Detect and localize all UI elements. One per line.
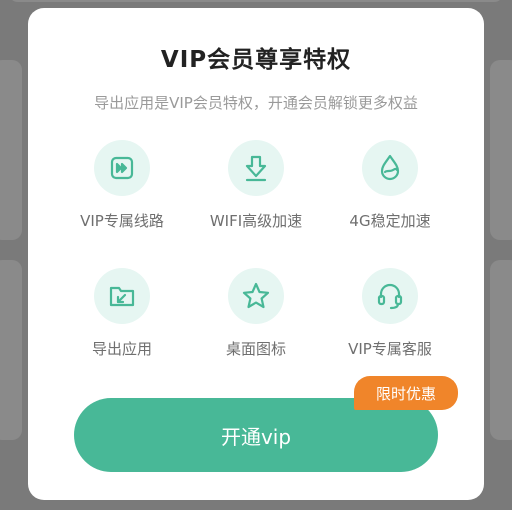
- feature-vip-line: VIP专属线路: [46, 140, 198, 231]
- feature-export-app: 导出应用: [46, 268, 198, 359]
- headset-icon: [362, 268, 418, 324]
- background-card-right: [490, 60, 512, 240]
- feature-vip-service: VIP专属客服: [314, 268, 466, 359]
- feature-label: WIFI高级加速: [209, 212, 303, 230]
- feature-label: 4G稳定加速: [349, 212, 431, 230]
- feature-label: VIP专属客服: [348, 340, 432, 358]
- dialog-title: VIP会员尊享特权: [160, 47, 352, 73]
- background-card-left-2: [0, 260, 22, 440]
- feature-desktop-icon: 桌面图标: [180, 268, 332, 359]
- background-card-left: [0, 60, 22, 240]
- background-card-right-2: [490, 260, 512, 440]
- dialog-subtitle: 导出应用是VIP会员特权，开通会员解锁更多权益: [94, 94, 418, 112]
- limited-offer-badge: 限时优惠: [354, 376, 458, 410]
- folder-export-icon: [94, 268, 150, 324]
- background-card-top: [8, 0, 504, 2]
- fast-forward-icon: [94, 140, 150, 196]
- feature-label: 桌面图标: [225, 340, 286, 358]
- water-drop-icon: [362, 140, 418, 196]
- feature-wifi-boost: WIFI高级加速: [180, 140, 332, 231]
- feature-label: 导出应用: [91, 340, 152, 358]
- star-icon: [228, 268, 284, 324]
- feature-label: VIP专属线路: [80, 212, 164, 230]
- vip-dialog: VIP会员尊享特权 导出应用是VIP会员特权，开通会员解锁更多权益 VIP专属线…: [28, 8, 484, 500]
- download-arrow-icon: [228, 140, 284, 196]
- feature-4g-boost: 4G稳定加速: [314, 140, 466, 231]
